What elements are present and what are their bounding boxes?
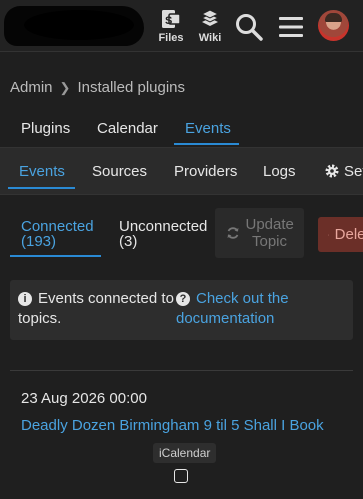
subtab-settings[interactable]: Settings	[324, 163, 363, 180]
info-message: Events connected to topics.	[18, 290, 174, 327]
info-icon: i	[18, 292, 32, 306]
trash-icon	[328, 234, 329, 235]
question-icon: ?	[176, 292, 190, 306]
files-button[interactable]: S Files	[153, 8, 189, 46]
event-date: 23 Aug 2026 00:00	[21, 390, 147, 407]
event-title-link[interactable]: Deadly Dozen Birmingham 9 til 5 Shall I …	[21, 417, 324, 434]
active-tab-underline	[174, 143, 239, 145]
tab-calendar[interactable]: Calendar	[97, 120, 158, 137]
hamburger-menu-icon[interactable]	[278, 14, 304, 40]
files-label: Files	[158, 32, 184, 44]
filter-unconnected-label: Unconnected	[119, 218, 208, 235]
page: S Files Wiki Admin ❯ Installed plugins P…	[0, 0, 363, 499]
gear-icon	[325, 164, 339, 178]
wiki-button[interactable]: Wiki	[192, 8, 228, 46]
update-topic-label: Update Topic	[245, 216, 294, 250]
site-logo[interactable]	[4, 6, 144, 46]
tab-plugins[interactable]: Plugins	[21, 120, 70, 137]
update-topic-button[interactable]: Update Topic	[215, 208, 304, 258]
info-link-wrap: ? Check out the documentation	[176, 289, 346, 329]
breadcrumb-installed-plugins[interactable]: Installed plugins	[77, 79, 185, 96]
subtab-settings-label: Settings	[344, 163, 363, 180]
subtab-events[interactable]: Events	[19, 163, 65, 180]
subtab-logs[interactable]: Logs	[263, 163, 296, 180]
divider	[10, 370, 353, 371]
user-avatar[interactable]	[318, 10, 349, 41]
info-notice: i Events connected to topics. ? Check out …	[10, 280, 353, 340]
filter-active-underline	[10, 255, 101, 257]
delete-button[interactable]: Delete	[318, 217, 363, 252]
plugin-nav: Plugins Calendar Events	[0, 110, 363, 146]
search-icon[interactable]	[234, 12, 264, 42]
wiki-label: Wiki	[198, 32, 222, 44]
active-subtab-underline	[8, 187, 75, 189]
breadcrumb: Admin ❯ Installed plugins	[10, 79, 185, 96]
books-icon	[200, 9, 220, 26]
filter-unconnected-count: (3)	[119, 233, 138, 250]
event-select-checkbox[interactable]	[174, 469, 188, 483]
documentation-link[interactable]: Check out the documentation	[176, 290, 289, 327]
subtab-sources[interactable]: Sources	[92, 163, 147, 180]
svg-text:S: S	[165, 15, 172, 27]
filter-connected-count: (193)	[21, 233, 57, 250]
chevron-right-icon: ❯	[59, 79, 71, 95]
files-icon: S	[162, 10, 181, 28]
delete-label: Delete	[334, 226, 363, 243]
filter-connected-label: Connected	[21, 218, 94, 235]
filter-unconnected[interactable]: Unconnected (3)	[119, 219, 207, 249]
breadcrumb-admin[interactable]: Admin	[10, 79, 53, 96]
event-source-badge: iCalendar	[153, 443, 217, 463]
info-message-wrap: i Events connected to topics.	[18, 289, 183, 329]
events-nav: Events Sources Providers Logs Settings	[0, 147, 363, 195]
filter-connected[interactable]: Connected (193)	[21, 219, 94, 249]
tab-events[interactable]: Events	[185, 120, 231, 137]
site-header: S Files Wiki	[0, 0, 363, 52]
refresh-icon	[227, 227, 238, 239]
subtab-providers[interactable]: Providers	[174, 163, 237, 180]
